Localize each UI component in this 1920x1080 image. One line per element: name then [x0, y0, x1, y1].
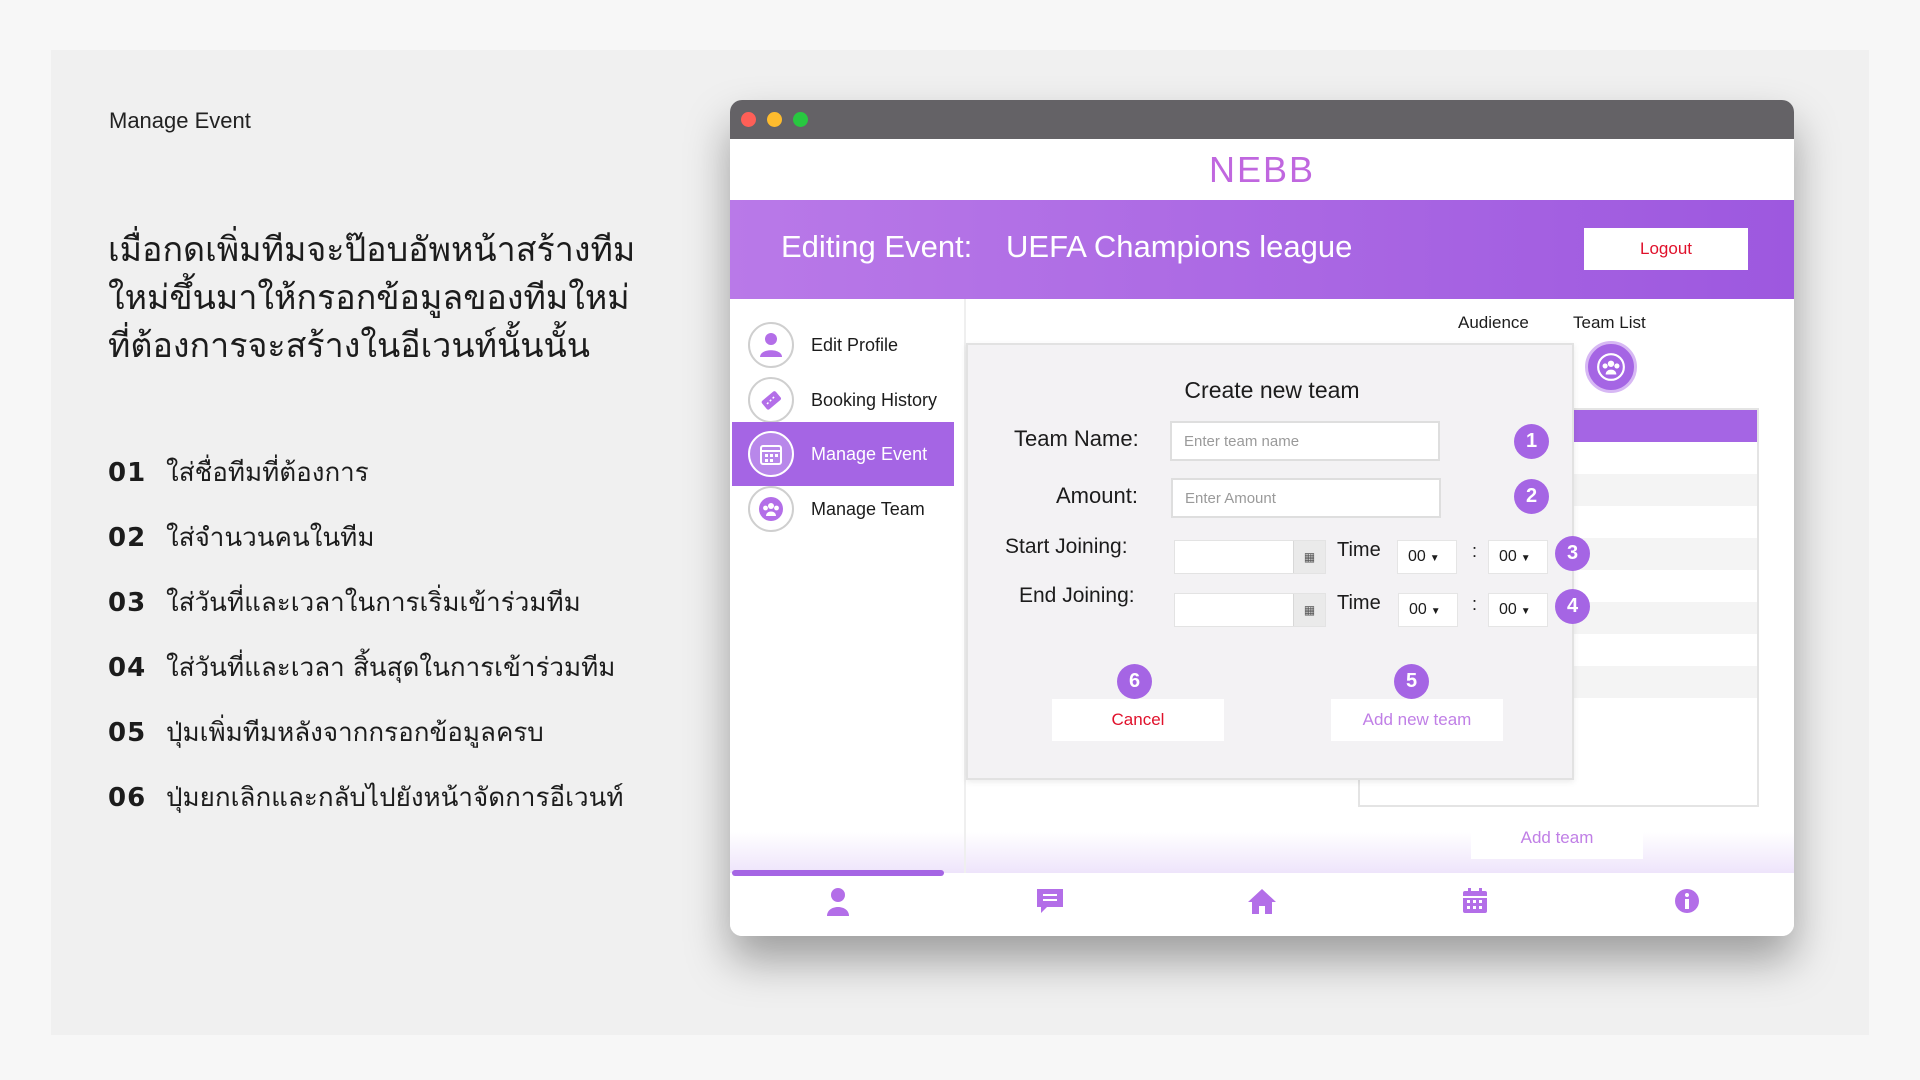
start-hour-select[interactable]: 00 ▼: [1397, 540, 1457, 574]
active-tab-indicator: [732, 870, 944, 876]
calendar-icon[interactable]: [1458, 887, 1492, 921]
step-item: 05 ปุ่มเพิ่มทีมหลังจากกรอกข้อมูลครบ: [108, 712, 708, 777]
chevron-down-icon: ▼: [1430, 606, 1441, 617]
section-label: Manage Event: [109, 108, 251, 133]
logout-button[interactable]: Logout: [1584, 228, 1748, 270]
step-item: 02 ใส่จำนวนคนในทีม: [108, 517, 708, 582]
create-team-modal: Create new team Team Name: Amount: Start…: [966, 343, 1574, 780]
step-text: ปุ่มเพิ่มทีมหลังจากกรอกข้อมูลครบ: [166, 718, 544, 748]
step-text: ปุ่มยกเลิกและกลับไปยังหน้าจัดการอีเวนท์: [166, 783, 624, 813]
app-brand: NEBB: [1208, 149, 1316, 190]
step-text: ใส่ชื่อทีมที่ต้องการ: [166, 458, 369, 488]
step-number: 04: [108, 653, 147, 683]
step-badge: 4: [1555, 589, 1590, 624]
event-banner: Editing Event: UEFA Champions league Log…: [730, 200, 1794, 299]
sidebar: Edit Profile Booking History Manage Even…: [730, 299, 964, 873]
step-number: 05: [108, 718, 147, 748]
step-number: 06: [108, 783, 147, 813]
end-date-picker[interactable]: ▦: [1174, 593, 1326, 627]
banner-prefix: Editing Event:: [781, 229, 973, 264]
sidebar-item-label: Booking History: [811, 389, 938, 410]
maximize-window-button[interactable]: [793, 112, 808, 127]
step-number: 03: [108, 588, 147, 618]
step-number: 01: [108, 458, 147, 488]
start-time-label: Time: [1337, 539, 1381, 561]
bottom-nav: [730, 873, 1794, 936]
chevron-down-icon: ▼: [1520, 553, 1531, 564]
step-list: 01 ใส่ชื่อทีมที่ต้องการ 02 ใส่จำนวนคนในทีม…: [108, 452, 708, 842]
step-item: 04 ใส่วันที่และเวลา สิ้นสุดในการเข้าร่วมท…: [108, 647, 708, 712]
team-list-icon[interactable]: [1585, 341, 1637, 393]
sidebar-item-label: Edit Profile: [811, 334, 899, 355]
step-badge: 2: [1514, 479, 1549, 514]
user-icon: [748, 322, 794, 368]
add-team-button[interactable]: Add team: [1471, 817, 1643, 859]
tab-team-list[interactable]: Team List: [1573, 313, 1646, 333]
start-date-picker[interactable]: ▦: [1174, 540, 1326, 574]
step-item: 03 ใส่วันที่และเวลาในการเริ่มเข้าร่วมทีม: [108, 582, 708, 647]
cancel-button[interactable]: Cancel: [1052, 699, 1224, 741]
end-hour-value: 00: [1409, 601, 1427, 618]
calendar-icon[interactable]: ▦: [1293, 541, 1325, 573]
step-item: 01 ใส่ชื่อทีมที่ต้องการ: [108, 452, 708, 517]
amount-label: Amount:: [1056, 483, 1138, 508]
home-icon[interactable]: [1245, 887, 1279, 921]
step-badge: 5: [1394, 664, 1429, 699]
team-name-label: Team Name:: [1014, 426, 1139, 451]
start-hour-value: 00: [1408, 548, 1426, 565]
main-content: Edit Profile Booking History Manage Even…: [730, 299, 1794, 873]
step-badge: 6: [1117, 664, 1152, 699]
calendar-icon[interactable]: ▦: [1293, 594, 1325, 626]
tab-audience[interactable]: Audience: [1458, 313, 1529, 333]
user-icon[interactable]: [821, 887, 855, 921]
step-text: ใส่วันที่และเวลาในการเริ่มเข้าร่วมทีม: [166, 588, 581, 618]
chevron-down-icon: ▼: [1520, 606, 1531, 617]
amount-input[interactable]: [1171, 478, 1441, 518]
start-joining-label: Start Joining:: [1005, 535, 1128, 558]
start-minute-value: 00: [1499, 548, 1517, 565]
close-window-button[interactable]: [741, 112, 756, 127]
calendar-icon: [748, 431, 794, 477]
end-time-label: Time: [1337, 592, 1381, 614]
step-badge: 1: [1514, 424, 1549, 459]
sidebar-item-manage-team[interactable]: Manage Team: [732, 477, 954, 541]
time-separator: :: [1472, 541, 1478, 561]
modal-title: Create new team: [1184, 377, 1360, 403]
intro-text: เมื่อกดเพิ่มทีมจะป๊อบอัพหน้าสร้างทีมใหม่…: [108, 230, 636, 366]
info-icon[interactable]: [1670, 887, 1704, 921]
sidebar-item-label: Manage Team: [811, 498, 925, 519]
step-item: 06 ปุ่มยกเลิกและกลับไปยังหน้าจัดการอีเวนท…: [108, 777, 708, 842]
start-minute-select[interactable]: 00 ▼: [1488, 540, 1548, 574]
time-separator: :: [1472, 594, 1478, 614]
event-name: UEFA Champions league: [1006, 229, 1353, 264]
end-minute-value: 00: [1499, 601, 1517, 618]
step-number: 02: [108, 523, 147, 553]
step-text: ใส่วันที่และเวลา สิ้นสุดในการเข้าร่วมทีม: [166, 653, 616, 683]
end-minute-select[interactable]: 00 ▼: [1488, 593, 1548, 627]
minimize-window-button[interactable]: [767, 112, 782, 127]
window-titlebar: [730, 100, 1794, 139]
end-hour-select[interactable]: 00 ▼: [1398, 593, 1458, 627]
step-badge: 3: [1555, 536, 1590, 571]
add-new-team-button[interactable]: Add new team: [1331, 699, 1503, 741]
chevron-down-icon: ▼: [1429, 553, 1440, 564]
chat-icon[interactable]: [1033, 887, 1067, 921]
team-name-input[interactable]: [1170, 421, 1440, 461]
sidebar-item-label: Manage Event: [811, 443, 928, 464]
end-joining-label: End Joining:: [1019, 584, 1135, 607]
team-icon: [748, 486, 794, 532]
app-window: NEBB Editing Event: UEFA Champions leagu…: [730, 100, 1794, 936]
ticket-icon: [748, 377, 794, 423]
step-text: ใส่จำนวนคนในทีม: [166, 523, 375, 553]
